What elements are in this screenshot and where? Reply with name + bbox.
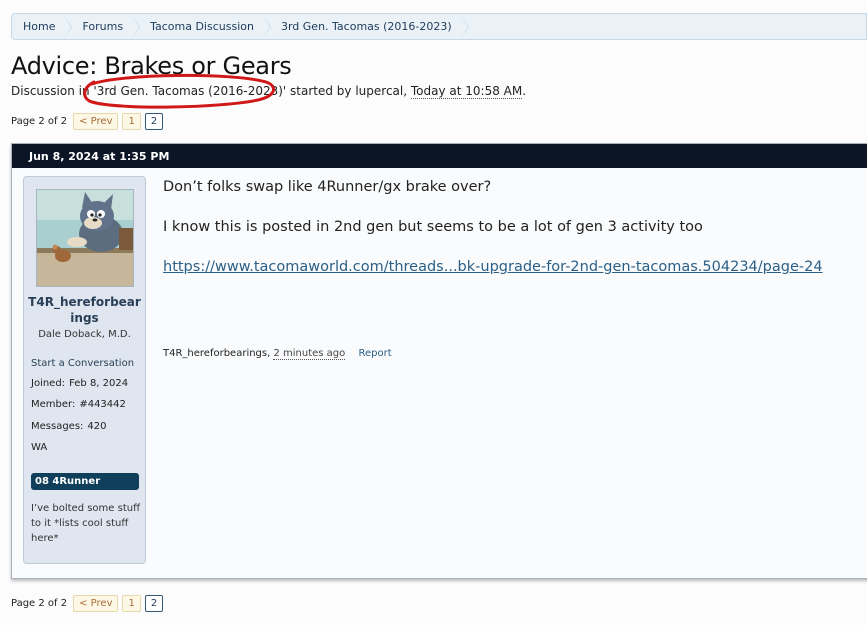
post-time: 2 minutes ago [273, 348, 346, 360]
messages-stat: Messages: 420 [31, 421, 107, 432]
report-link[interactable]: Report [358, 348, 391, 359]
joined-stat: Joined: Feb 8, 2024 [31, 378, 128, 389]
member-value: #443442 [79, 399, 126, 410]
user-title: Dale Doback, M.D. [38, 329, 131, 340]
pagination-top: Page 2 of 2 < Prev 1 2 [11, 113, 164, 130]
page-2-button[interactable]: 2 [144, 595, 164, 612]
joined-value: Feb 8, 2024 [69, 378, 129, 389]
user-note: I’ve bolted some stuff to it *lists cool… [31, 503, 140, 544]
breadcrumb: Home Forums Tacoma Discussion 3rd Gen. T… [11, 13, 867, 40]
prev-page-button[interactable]: < Prev [73, 595, 119, 612]
message-link[interactable]: https://www.tacomaworld.com/threads...bk… [163, 259, 823, 275]
thread-start-time: Today at 10:58 AM [410, 84, 523, 99]
message-line-1: Don’t folks swap like 4Runner/gx brake o… [163, 179, 492, 195]
messages-label: Messages: [31, 421, 84, 432]
page-2-button[interactable]: 2 [144, 113, 164, 130]
footer-author-link[interactable]: T4R_hereforbearings [163, 348, 267, 359]
messages-value: 420 [87, 421, 107, 432]
meta-end: . [522, 84, 527, 98]
member-label: Member: [31, 399, 76, 410]
page-label: Page 2 of 2 [11, 598, 68, 609]
meta-prefix: Discussion in [11, 84, 94, 98]
post-date-header: Jun 8, 2024 at 1:35 PM [12, 144, 867, 168]
start-conversation-link[interactable]: Start a Conversation [31, 358, 134, 369]
member-stat: Member: #443442 [31, 399, 126, 410]
thread-meta: Discussion in '3rd Gen. Tacomas (2016-20… [11, 84, 527, 99]
avatar-image [37, 190, 133, 286]
username[interactable]: T4R_hereforbear ings [24, 294, 145, 326]
vehicle-badge: 08 4Runner [31, 473, 139, 490]
author-link[interactable]: lupercal [355, 84, 403, 98]
message-line-2: I know this is posted in 2nd gen but see… [163, 219, 703, 235]
page-1-button[interactable]: 1 [122, 113, 141, 130]
breadcrumb-3rd-gen-tacomas[interactable]: 3rd Gen. Tacomas (2016-2023) [270, 14, 469, 39]
pagination-bottom: Page 2 of 2 < Prev 1 2 [11, 595, 164, 612]
location: WA [31, 442, 48, 453]
breadcrumb-tacoma-discussion[interactable]: Tacoma Discussion [139, 14, 271, 39]
post-message: Don’t folks swap like 4Runner/gx brake o… [163, 178, 867, 298]
page-title: Advice: Brakes or Gears [11, 52, 292, 80]
forum-link[interactable]: '3rd Gen. Tacomas (2016-2023)' [93, 84, 286, 98]
breadcrumb-home[interactable]: Home [12, 14, 73, 39]
post-footer: T4R_hereforbearings, 2 minutes ago Repor… [163, 348, 392, 360]
joined-label: Joined: [31, 378, 66, 389]
page-label: Page 2 of 2 [11, 116, 68, 127]
post: Jun 8, 2024 at 1:35 PM T4R_hereforbear i… [11, 143, 867, 579]
meta-comma: , [403, 84, 411, 98]
breadcrumb-forums[interactable]: Forums [71, 14, 140, 39]
user-card: T4R_hereforbear ings Dale Doback, M.D. St… [23, 176, 146, 564]
avatar[interactable] [36, 189, 134, 287]
page-1-button[interactable]: 1 [122, 595, 141, 612]
prev-page-button[interactable]: < Prev [73, 113, 119, 130]
meta-mid: started by [286, 84, 356, 98]
